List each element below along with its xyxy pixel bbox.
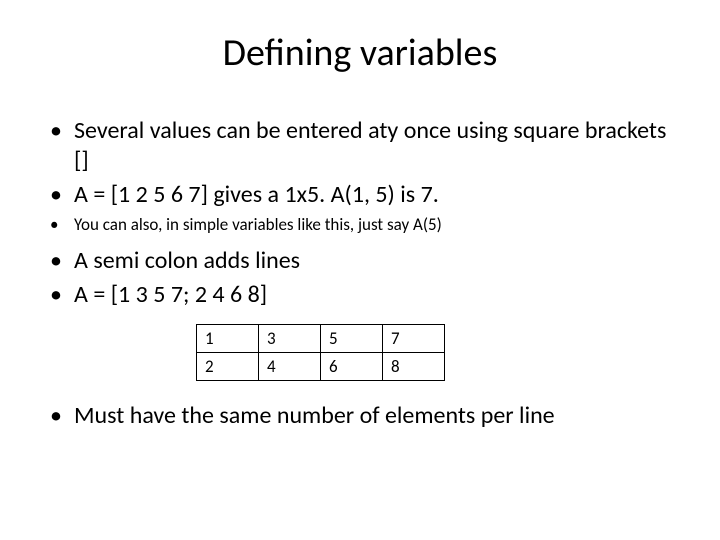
- bullet-list: Several values can be entered aty once u…: [46, 116, 674, 310]
- table-cell: 8: [383, 353, 445, 381]
- slide-title: Defining variables: [40, 30, 680, 76]
- table-row: 2 4 6 8: [197, 353, 445, 381]
- bullet-item: A = [1 3 5 7; 2 4 6 8]: [46, 280, 674, 310]
- matrix-table-wrap: 1 3 5 7 2 4 6 8: [196, 324, 674, 381]
- table-cell: 7: [383, 325, 445, 353]
- table-cell: 1: [197, 325, 259, 353]
- matrix-table: 1 3 5 7 2 4 6 8: [196, 324, 445, 381]
- bullet-item-small: You can also, in simple variables like t…: [46, 214, 674, 236]
- bullet-item: Several values can be entered aty once u…: [46, 116, 674, 176]
- table-row: 1 3 5 7: [197, 325, 445, 353]
- bullet-list: Must have the same number of elements pe…: [46, 401, 674, 431]
- bullet-item: Must have the same number of elements pe…: [46, 401, 674, 431]
- bullet-item: A semi colon adds lines: [46, 246, 674, 276]
- bullet-item: A = [1 2 5 6 7] gives a 1x5. A(1, 5) is …: [46, 180, 674, 210]
- table-cell: 2: [197, 353, 259, 381]
- table-cell: 5: [321, 325, 383, 353]
- slide-body: Several values can be entered aty once u…: [40, 116, 680, 431]
- table-cell: 3: [259, 325, 321, 353]
- table-cell: 4: [259, 353, 321, 381]
- table-cell: 6: [321, 353, 383, 381]
